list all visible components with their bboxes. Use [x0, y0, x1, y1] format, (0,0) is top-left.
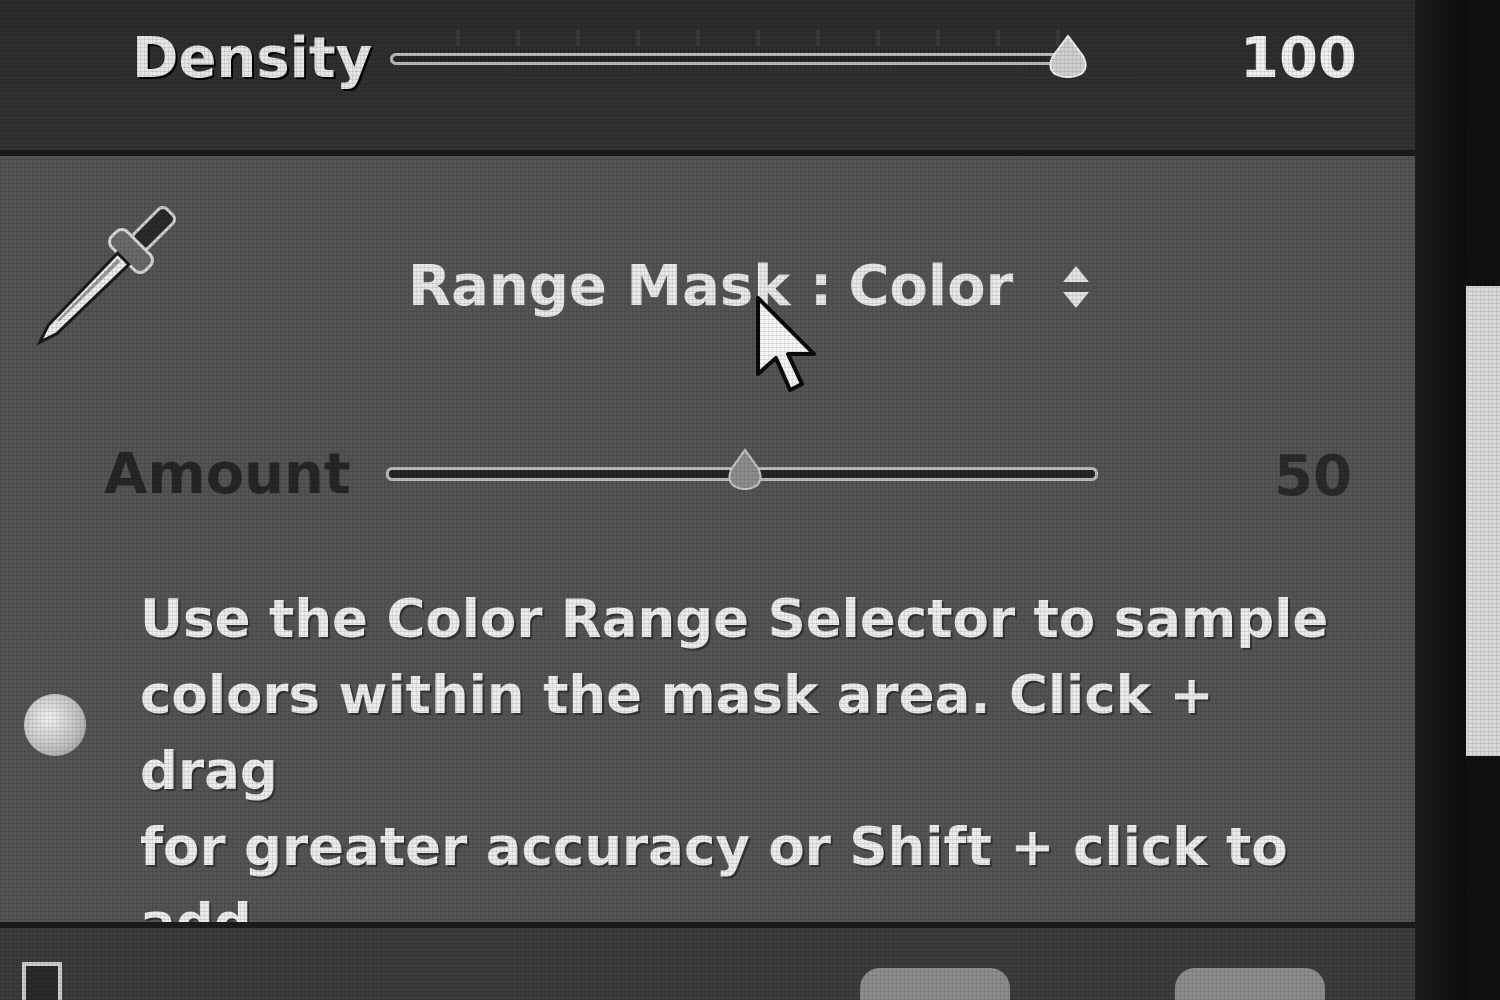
close-button[interactable] [1175, 968, 1325, 1000]
panel-edge [1415, 0, 1465, 1000]
lightroom-mask-panel-screen: Density 100 Range Mask : Color Amount 50 [0, 0, 1500, 1000]
range-mask-selector[interactable]: Range Mask : Color [408, 254, 1093, 319]
density-label: Density [132, 26, 373, 91]
up-down-arrows-icon[interactable] [1059, 262, 1093, 312]
scrollbar-thumb[interactable] [1466, 286, 1500, 756]
eyedropper-icon[interactable] [12, 190, 192, 370]
range-mask-mode[interactable]: Color [848, 254, 1013, 319]
amount-value[interactable]: 50 [1274, 444, 1352, 509]
density-slider-track[interactable] [390, 53, 1080, 65]
density-row: Density 100 [0, 0, 1415, 150]
mouse-pointer-icon [756, 296, 816, 392]
reset-button[interactable] [860, 968, 1010, 1000]
circle-indicator-icon [24, 694, 86, 756]
panel-toggle-checkbox[interactable] [22, 962, 62, 1000]
amount-slider-thumb[interactable] [722, 446, 768, 492]
amount-label: Amount [104, 442, 351, 507]
density-value[interactable]: 100 [1240, 26, 1357, 91]
density-slider-ticks [400, 30, 1060, 46]
density-slider-thumb[interactable] [1045, 34, 1091, 80]
